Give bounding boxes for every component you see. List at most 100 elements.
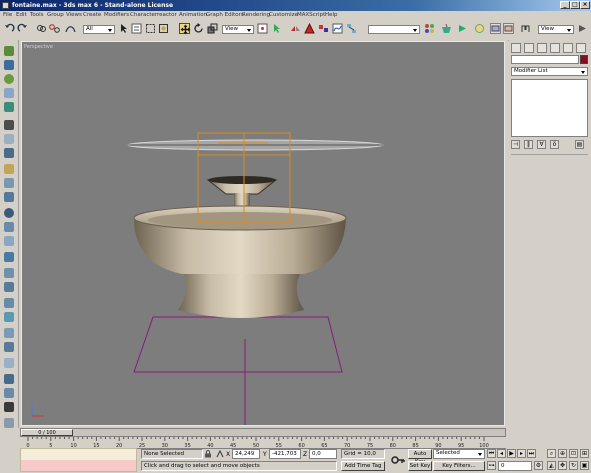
align-icon[interactable] [304, 22, 315, 34]
selection-filter-dropdown[interactable]: All [83, 25, 115, 34]
material-editor-icon[interactable] [424, 23, 435, 34]
create-point-icon[interactable] [4, 46, 14, 56]
select-object-icon[interactable] [118, 23, 129, 34]
select-and-link-icon[interactable] [36, 23, 47, 34]
maxscript-output-line[interactable] [21, 460, 136, 471]
display-tab-icon[interactable] [563, 43, 573, 53]
menu-edit[interactable]: Edit [16, 12, 27, 18]
create-tab-icon[interactable] [511, 43, 521, 53]
window-crossing-icon[interactable] [158, 23, 169, 34]
modifier-lathe-icon[interactable] [4, 374, 14, 384]
toolbar-overflow-icon[interactable] [577, 23, 588, 34]
menu-create[interactable]: Create [83, 12, 101, 18]
pivot-center-icon[interactable] [257, 23, 268, 34]
menu-animation[interactable]: Animation [179, 12, 207, 18]
schematic-view-icon[interactable] [346, 23, 357, 34]
motion-tab-icon[interactable] [550, 43, 560, 53]
configure-modifier-sets-icon[interactable]: ▤ [575, 140, 584, 149]
create-spline-icon[interactable] [4, 178, 14, 188]
z-coordinate-field[interactable]: 0,0 [309, 449, 337, 459]
menu-reactor[interactable]: reactor [157, 12, 177, 18]
create-camera-icon[interactable] [4, 120, 14, 130]
create-cone-icon[interactable] [4, 236, 14, 246]
render-frame-icon[interactable] [4, 402, 14, 412]
menu-rendering[interactable]: Rendering [242, 12, 270, 18]
current-frame-field[interactable]: 0 [498, 461, 532, 471]
render-scene-icon[interactable] [441, 23, 452, 34]
snapshot-icon[interactable] [4, 418, 14, 428]
go-to-start-icon[interactable]: ⏮ [487, 449, 496, 458]
rectangular-selection-icon[interactable] [145, 23, 156, 34]
create-torus-icon[interactable] [4, 208, 14, 218]
menu-views[interactable]: Views [66, 12, 82, 18]
arc-rotate-icon[interactable]: ↻ [569, 461, 578, 470]
close-button[interactable]: × [580, 1, 590, 9]
play-icon[interactable]: ▶ [507, 449, 516, 458]
perspective-viewport[interactable]: Perspective [21, 41, 505, 426]
layer-manager-icon[interactable] [318, 23, 329, 34]
modifier-bend-icon[interactable] [4, 312, 14, 322]
menu-customize[interactable]: Customize [269, 12, 298, 18]
go-to-end-icon[interactable]: ⏭ [527, 449, 536, 458]
undo-icon[interactable] [4, 23, 15, 34]
menu-character[interactable]: Character [130, 12, 157, 18]
minimize-button[interactable]: _ [560, 1, 570, 9]
lock-selection-icon[interactable] [204, 450, 212, 458]
set-key-icon[interactable] [391, 453, 405, 467]
object-name-field[interactable] [511, 55, 579, 64]
utilities-tab-icon[interactable] [576, 43, 586, 53]
previous-frame-icon[interactable]: ◂ [497, 449, 506, 458]
menu-help[interactable]: Help [325, 12, 338, 18]
zoom-icon[interactable]: ⌕ [547, 449, 556, 458]
key-filters-button[interactable]: Key Filters... [433, 461, 485, 471]
zoom-all-icon[interactable]: ⊕ [558, 449, 567, 458]
set-key-button[interactable]: Set Key [408, 461, 432, 471]
create-spacewarp-icon[interactable] [4, 148, 14, 158]
make-unique-icon[interactable]: ∀ [537, 140, 546, 149]
x-coordinate-field[interactable]: 24,249 [232, 449, 260, 459]
unlink-selection-icon[interactable] [49, 23, 60, 34]
pin-stack-icon[interactable]: ⊣ [511, 140, 520, 149]
bind-to-space-warp-icon[interactable] [65, 23, 76, 34]
modifier-stack[interactable] [511, 79, 588, 137]
menu-graph-editors[interactable]: Graph Editors [206, 12, 244, 18]
create-light-icon[interactable] [4, 102, 14, 112]
pan-view-icon[interactable]: ✥ [558, 461, 567, 470]
right-coordinate-dropdown[interactable]: View [538, 25, 574, 34]
time-slider[interactable]: 0 / 100 [20, 428, 506, 437]
modifier-noise-icon[interactable] [4, 358, 14, 368]
next-frame-icon[interactable]: ▸ [517, 449, 526, 458]
reference-coordinate-dropdown[interactable]: View [222, 25, 254, 34]
snap-toggle-icon[interactable] [520, 23, 531, 34]
menu-maxscript[interactable]: MAXScript [297, 12, 325, 18]
create-shape-icon[interactable] [4, 192, 14, 202]
mirror-icon[interactable] [290, 23, 301, 34]
named-selection-sets-dropdown[interactable] [368, 25, 420, 34]
create-box-icon[interactable] [4, 60, 14, 70]
add-time-tag-button[interactable]: Add Time Tag [341, 461, 385, 471]
menu-group[interactable]: Group [47, 12, 64, 18]
object-color-swatch[interactable] [580, 55, 588, 64]
key-mode-dropdown[interactable]: Selected [433, 449, 485, 459]
time-configuration-icon[interactable]: ⚙ [534, 461, 543, 470]
modify-tab-icon[interactable] [524, 43, 534, 53]
menu-modifiers[interactable]: Modifiers [104, 12, 129, 18]
select-and-rotate-icon[interactable] [193, 23, 204, 34]
maximize-viewport-icon[interactable]: ▣ [580, 461, 589, 470]
maximize-button[interactable]: □ [570, 1, 580, 9]
zoom-extents-all-icon[interactable]: ⊞ [580, 449, 589, 458]
zoom-extents-icon[interactable]: ⊡ [569, 449, 578, 458]
select-and-manipulate-icon[interactable] [271, 23, 282, 34]
redo-icon[interactable] [17, 23, 28, 34]
bone-tool-icon[interactable] [4, 164, 14, 174]
select-and-move-icon[interactable] [179, 23, 191, 35]
quick-render-icon[interactable] [457, 23, 468, 34]
create-tube-icon[interactable] [4, 268, 14, 278]
select-by-name-icon[interactable] [131, 23, 142, 34]
remove-modifier-icon[interactable]: ö [550, 140, 559, 149]
create-pyramid-icon[interactable] [4, 282, 14, 292]
create-geosphere-icon[interactable] [4, 252, 14, 262]
show-end-result-icon[interactable]: ‖ [524, 140, 533, 149]
auto-key-button[interactable]: Auto Key [408, 449, 432, 465]
modifier-extrude-icon[interactable] [4, 388, 14, 398]
